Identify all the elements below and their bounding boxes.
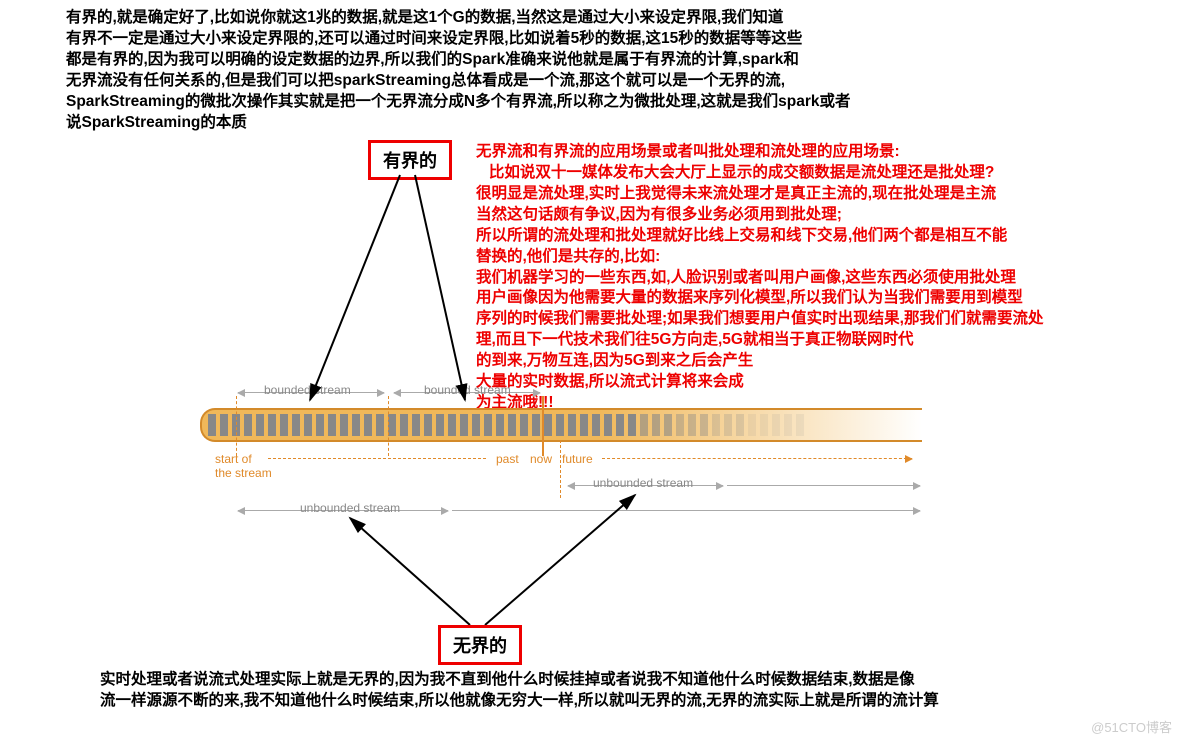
marker-start [236,396,237,456]
label-bounded-2: bounded stream [424,383,511,397]
bottom-paragraph: 实时处理或者说流式处理实际上就是无界的,因为我不直到他什么时候挂掉或者说我不知道… [100,670,1140,712]
timeline-past-bar [268,458,486,459]
label-now: now [530,452,552,466]
marker-now [542,396,544,456]
red-commentary: 无界流和有界流的应用场景或者叫批处理和流处理的应用场景: 比如说双十一媒体发布大… [476,142,1116,414]
range-unbounded-arrow-1 [727,485,920,486]
stream-ticks [202,410,922,440]
stream-bar [200,408,922,442]
label-past: past [496,452,519,466]
label-unbounded-2: unbounded stream [300,501,400,515]
diagram-page: 有界的,就是确定好了,比如说你就这1兆的数据,就是这1个G的数据,当然这是通过大… [0,0,1184,744]
label-start: start of the stream [215,452,272,480]
label-bounded-1: bounded stream [264,383,351,397]
label-future: future [562,452,593,466]
timeline-future-arrow [602,458,912,459]
watermark: @51CTO博客 [1091,717,1172,736]
label-unbounded-1: unbounded stream [593,476,693,490]
box-bounded: 有界的 [368,140,452,180]
box-unbounded: 无界的 [438,625,522,665]
range-unbounded-arrow-2 [452,510,920,511]
marker-div-3 [560,440,561,498]
marker-div-1 [388,396,389,456]
top-paragraph: 有界的,就是确定好了,比如说你就这1兆的数据,就是这1个G的数据,当然这是通过大… [66,8,1066,134]
